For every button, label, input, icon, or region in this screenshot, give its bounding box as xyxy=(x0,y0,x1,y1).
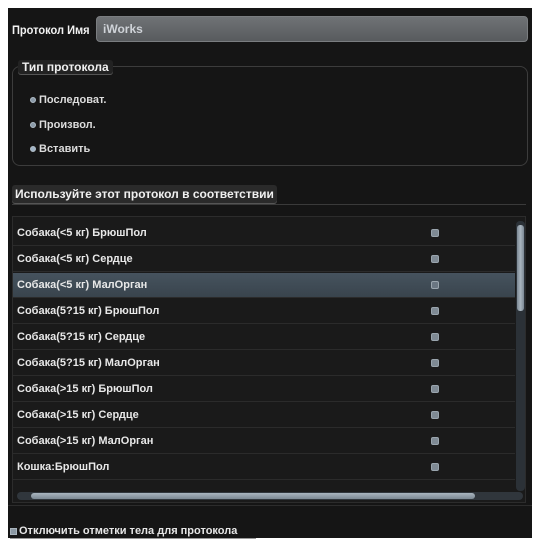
radio-dot-icon xyxy=(30,122,36,128)
list-item[interactable]: Собака(5?15 кг) БрюшПол xyxy=(13,299,515,324)
list-item[interactable]: Кошка:БрюшПол xyxy=(13,455,515,480)
protocol-name-label: Протокол Имя xyxy=(12,23,90,37)
list-item-label: Собака(<5 кг) МалОрган xyxy=(17,279,148,291)
list-item-label: Собака(<5 кг) БрюшПол xyxy=(17,227,147,239)
radio-sequential-label: Последоват. xyxy=(39,94,107,106)
vertical-scrollbar[interactable] xyxy=(516,221,525,491)
list-item[interactable]: Собака(5?15 кг) МалОрган xyxy=(13,351,515,376)
radio-dot-icon xyxy=(30,146,36,152)
protocol-settings-panel: Протокол Имя Тип протокола Последоват. П… xyxy=(8,8,532,539)
divider xyxy=(8,505,532,506)
protocol-name-input[interactable] xyxy=(96,16,528,42)
list-item-checkbox[interactable] xyxy=(431,385,439,393)
divider xyxy=(12,204,526,205)
horizontal-scrollbar[interactable] xyxy=(17,492,523,500)
list-item-checkbox[interactable] xyxy=(431,411,439,419)
vertical-scrollbar-thumb[interactable] xyxy=(517,225,524,311)
checkbox-icon xyxy=(10,527,17,535)
list-item-checkbox[interactable] xyxy=(431,359,439,367)
horizontal-scrollbar-thumb[interactable] xyxy=(31,493,475,499)
list-item-label: Собака(>15 кг) МалОрган xyxy=(17,435,154,447)
list-item-checkbox[interactable] xyxy=(431,229,439,237)
list-item-checkbox[interactable] xyxy=(431,437,439,445)
list-item-checkbox[interactable] xyxy=(431,307,439,315)
usage-section-header: Используйте этот протокол в соответствии xyxy=(12,185,277,203)
list-item-label: Собака(>15 кг) БрюшПол xyxy=(17,383,153,395)
list-item[interactable]: Собака(<5 кг) Сердце xyxy=(13,247,515,272)
list-item-selected[interactable]: Собака(<5 кг) МалОрган xyxy=(13,273,515,298)
list-item[interactable]: Собака(>15 кг) БрюшПол xyxy=(13,377,515,402)
disable-body-marks-checkbox[interactable]: Отключить отметки тела для протокола xyxy=(10,524,237,538)
list-item-label: Собака(5?15 кг) БрюшПол xyxy=(17,305,160,317)
list-item-checkbox[interactable] xyxy=(431,463,439,471)
list-item-label: Собака(5?15 кг) Сердце xyxy=(17,331,146,343)
list-item[interactable]: Собака(<5 кг) БрюшПол xyxy=(13,221,515,246)
list-item-label: Собака(<5 кг) Сердце xyxy=(17,253,133,265)
radio-insert-label: Вставить xyxy=(39,143,91,155)
radio-sequential[interactable]: Последоват. xyxy=(30,93,106,107)
protocol-type-legend: Тип протокола xyxy=(18,60,113,74)
list-item-label: Собака(>15 кг) Сердце xyxy=(17,409,139,421)
list-item[interactable]: Собака(>15 кг) МалОрган xyxy=(13,429,515,454)
radio-random-label: Произвол. xyxy=(39,119,96,131)
list-item[interactable]: Собака(5?15 кг) Сердце xyxy=(13,325,515,350)
list-item-checkbox[interactable] xyxy=(431,333,439,341)
list-item-checkbox[interactable] xyxy=(431,281,439,289)
exam-type-list[interactable]: Собака(<5 кг) БрюшПол Собака(<5 кг) Серд… xyxy=(12,216,526,503)
list-item[interactable]: Собака(>15 кг) Сердце xyxy=(13,403,515,428)
radio-random[interactable]: Произвол. xyxy=(30,118,96,132)
radio-dot-icon xyxy=(30,97,36,103)
list-item-label: Собака(5?15 кг) МалОрган xyxy=(17,357,160,369)
list-item-checkbox[interactable] xyxy=(431,255,439,263)
radio-insert[interactable]: Вставить xyxy=(30,142,90,156)
list-item-label: Кошка:БрюшПол xyxy=(17,461,110,473)
disable-body-marks-label: Отключить отметки тела для протокола xyxy=(19,525,238,537)
